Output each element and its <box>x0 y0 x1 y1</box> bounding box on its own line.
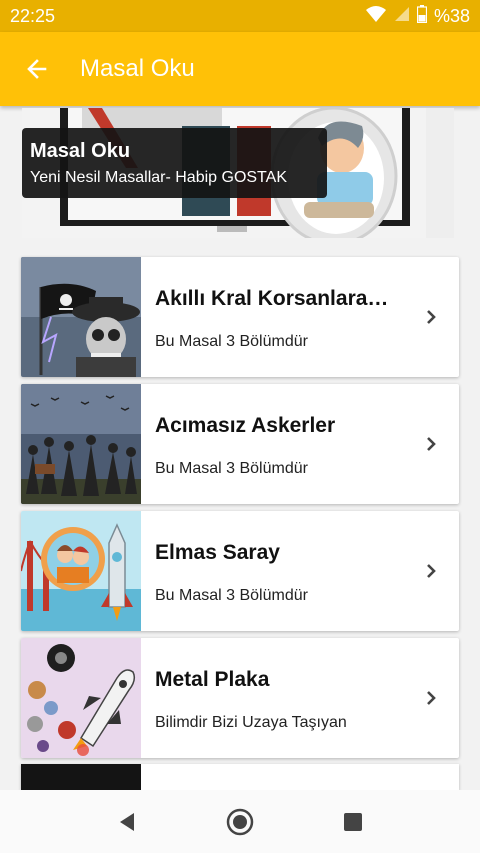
app-title: Masal Oku <box>80 55 195 82</box>
nav-home-button[interactable] <box>215 797 265 847</box>
story-thumbnail-space <box>21 638 141 758</box>
story-thumbnail-pirate <box>21 257 141 377</box>
circle-home-icon <box>226 808 254 835</box>
chevron-right-icon <box>427 564 436 578</box>
story-card-partial[interactable] <box>21 764 459 790</box>
system-nav-bar <box>0 790 480 853</box>
chevron-right-icon <box>427 437 436 451</box>
story-thumbnail-partial <box>21 764 141 790</box>
hero-banner: Masal Oku Yeni Nesil Masallar- Habip GOS… <box>22 108 454 238</box>
wifi-icon <box>365 5 387 28</box>
status-bar: 22:25 %38 <box>0 0 480 32</box>
story-subtitle: Bilimdir Bizi Uzaya Taşıyan <box>155 714 347 731</box>
signal-icon <box>394 6 410 27</box>
hero-subtitle: Yeni Nesil Masallar- Habip GOSTAK <box>30 169 287 186</box>
story-title: Akıllı Kral Korsanlara… <box>155 287 389 310</box>
story-card-3[interactable]: Metal Plaka Bilimdir Bizi Uzaya Taşıyan <box>21 638 459 758</box>
battery-icon <box>416 4 428 28</box>
story-title: Acımasız Askerler <box>155 414 336 437</box>
story-card-0[interactable]: Akıllı Kral Korsanlara… Bu Masal 3 Bölüm… <box>21 257 459 377</box>
app-bar: Masal Oku <box>0 32 480 106</box>
story-card-2[interactable]: Elmas Saray Bu Masal 3 Bölümdür <box>21 511 459 631</box>
chevron-right-icon <box>427 691 436 705</box>
square-recents-icon <box>344 812 363 831</box>
story-title: Metal Plaka <box>155 668 270 691</box>
battery-percent: %38 <box>433 5 470 26</box>
story-subtitle: Bu Masal 3 Bölümdür <box>155 333 308 350</box>
status-time: 22:25 <box>10 5 56 26</box>
triangle-back-icon <box>119 812 134 831</box>
hero-title: Masal Oku <box>30 140 131 162</box>
arrow-left-icon <box>27 59 47 79</box>
chevron-right-icon <box>427 310 436 324</box>
story-title: Elmas Saray <box>155 541 280 564</box>
story-list: Akıllı Kral Korsanlara… Bu Masal 3 Bölüm… <box>21 257 459 765</box>
story-thumbnail-palace <box>21 511 141 631</box>
nav-back-button[interactable] <box>102 797 152 847</box>
story-card-1[interactable]: Acımasız Askerler Bu Masal 3 Bölümdür <box>21 384 459 504</box>
story-thumbnail-soldiers <box>21 384 141 504</box>
story-subtitle: Bu Masal 3 Bölümdür <box>155 587 308 604</box>
back-button[interactable] <box>0 32 74 106</box>
status-icons: %38 <box>365 4 470 28</box>
hero-caption: Masal Oku Yeni Nesil Masallar- Habip GOS… <box>22 128 327 198</box>
nav-recents-button[interactable] <box>328 797 378 847</box>
story-subtitle: Bu Masal 3 Bölümdür <box>155 460 308 477</box>
